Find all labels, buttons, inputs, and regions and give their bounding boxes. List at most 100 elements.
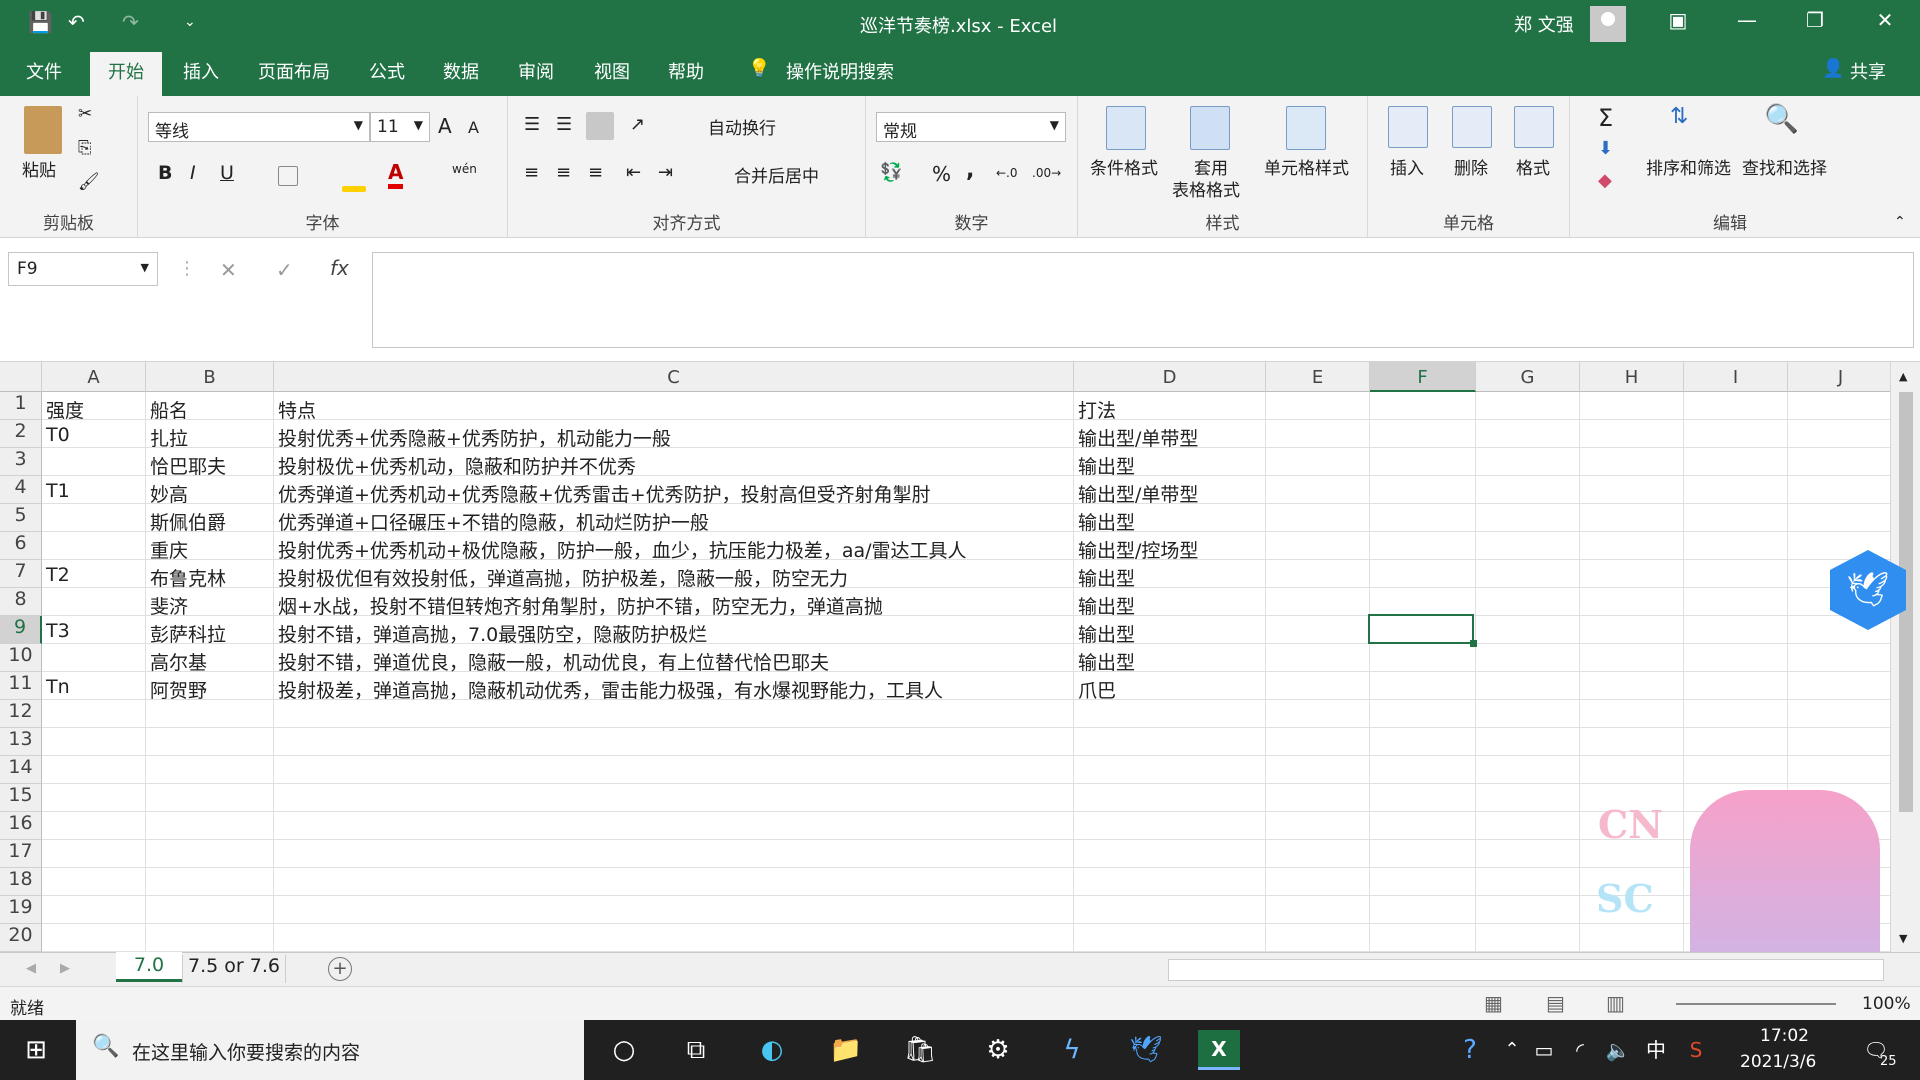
cell-a17[interactable] bbox=[42, 840, 146, 868]
cell-g3[interactable] bbox=[1476, 448, 1580, 476]
percent-button[interactable]: % bbox=[932, 162, 951, 186]
row-header-6[interactable]: 6 bbox=[0, 532, 42, 560]
cell-j1[interactable] bbox=[1788, 392, 1894, 420]
normal-view-icon[interactable]: ▦ bbox=[1484, 991, 1503, 1015]
cell-e16[interactable] bbox=[1266, 812, 1370, 840]
cell-e2[interactable] bbox=[1266, 420, 1370, 448]
sogou-icon[interactable]: S bbox=[1676, 1030, 1716, 1070]
row-header-17[interactable]: 17 bbox=[0, 840, 42, 868]
tab-file[interactable]: 文件 bbox=[26, 58, 62, 84]
cell-c5[interactable]: 优秀弹道+口径碾压+不错的隐蔽，机动烂防护一般 bbox=[274, 504, 1074, 534]
tab-home[interactable]: 开始 bbox=[90, 52, 162, 96]
cell-a9[interactable]: T3 bbox=[42, 616, 146, 644]
task-view-icon[interactable]: ⧉ bbox=[676, 1030, 716, 1070]
column-header-f[interactable]: F bbox=[1370, 362, 1476, 392]
row-header-7[interactable]: 7 bbox=[0, 560, 42, 588]
cell-b2[interactable]: 扎拉 bbox=[146, 420, 274, 450]
enter-icon[interactable]: ✓ bbox=[276, 258, 293, 282]
cell-g19[interactable] bbox=[1476, 896, 1580, 924]
tab-review[interactable]: 审阅 bbox=[518, 58, 554, 84]
cell-h14[interactable] bbox=[1580, 756, 1684, 784]
cell-e12[interactable] bbox=[1266, 700, 1370, 728]
cell-j5[interactable] bbox=[1788, 504, 1894, 532]
cell-c18[interactable] bbox=[274, 868, 1074, 896]
row-header-4[interactable]: 4 bbox=[0, 476, 42, 504]
clock-time[interactable]: 17:02 bbox=[1760, 1026, 1809, 1046]
cell-d8[interactable]: 输出型 bbox=[1074, 588, 1266, 618]
app-icon[interactable]: ϟ bbox=[1052, 1030, 1092, 1070]
cell-d14[interactable] bbox=[1074, 756, 1266, 784]
cell-e8[interactable] bbox=[1266, 588, 1370, 616]
cell-c15[interactable] bbox=[274, 784, 1074, 812]
cell-b11[interactable]: 阿贺野 bbox=[146, 672, 274, 702]
vertical-scrollbar[interactable]: ▲ ▼ bbox=[1890, 362, 1920, 952]
cell-c12[interactable] bbox=[274, 700, 1074, 728]
cell-i14[interactable] bbox=[1684, 756, 1788, 784]
italic-button[interactable]: I bbox=[190, 162, 196, 184]
cell-g13[interactable] bbox=[1476, 728, 1580, 756]
cell-a4[interactable]: T1 bbox=[42, 476, 146, 504]
cell-d19[interactable] bbox=[1074, 896, 1266, 924]
cell-d12[interactable] bbox=[1074, 700, 1266, 728]
cell-g5[interactable] bbox=[1476, 504, 1580, 532]
cancel-icon[interactable]: ✕ bbox=[220, 258, 237, 282]
column-header-b[interactable]: B bbox=[146, 362, 274, 392]
worksheet-grid[interactable]: ABCDEFGHIJ 1 2 3 4 5 6 7 8 9 10 11 12 13 14 15 16 17 18 19… bbox=[0, 362, 1894, 952]
format-cells-icon[interactable] bbox=[1514, 106, 1554, 148]
cell-i6[interactable] bbox=[1684, 532, 1788, 560]
cell-a20[interactable] bbox=[42, 924, 146, 952]
cell-c4[interactable]: 优秀弹道+优秀机动+优秀隐蔽+优秀雷击+优秀防护，投射高但受齐射角掣肘 bbox=[274, 476, 1074, 506]
zoom-slider[interactable] bbox=[1676, 1003, 1836, 1005]
tab-formulas[interactable]: 公式 bbox=[369, 58, 405, 84]
cell-e6[interactable] bbox=[1266, 532, 1370, 560]
fill-icon[interactable]: ⬇ bbox=[1598, 138, 1613, 159]
cell-j14[interactable] bbox=[1788, 756, 1894, 784]
cell-d6[interactable]: 输出型/控场型 bbox=[1074, 532, 1266, 562]
bold-button[interactable]: B bbox=[158, 162, 172, 184]
cell-a15[interactable] bbox=[42, 784, 146, 812]
cell-f12[interactable] bbox=[1370, 700, 1476, 728]
phonetic-icon[interactable]: wén bbox=[452, 162, 477, 176]
cell-e13[interactable] bbox=[1266, 728, 1370, 756]
cell-e19[interactable] bbox=[1266, 896, 1370, 924]
autosum-icon[interactable]: Σ bbox=[1598, 104, 1613, 132]
cell-j3[interactable] bbox=[1788, 448, 1894, 476]
cell-a1[interactable]: 强度 bbox=[42, 392, 146, 422]
merge-center-button[interactable]: 合并后居中 bbox=[734, 162, 819, 187]
row-header-5[interactable]: 5 bbox=[0, 504, 42, 532]
file-explorer-icon[interactable]: 📁 bbox=[826, 1030, 866, 1070]
cell-d20[interactable] bbox=[1074, 924, 1266, 952]
cell-b4[interactable]: 妙高 bbox=[146, 476, 274, 506]
restore-button[interactable]: ❐ bbox=[1795, 8, 1835, 38]
save-icon[interactable]: 💾 bbox=[28, 10, 53, 34]
align-top-icon[interactable]: ☰ bbox=[524, 114, 540, 135]
paste-icon[interactable] bbox=[24, 106, 62, 154]
cell-c16[interactable] bbox=[274, 812, 1074, 840]
cell-f4[interactable] bbox=[1370, 476, 1476, 504]
cell-g11[interactable] bbox=[1476, 672, 1580, 700]
cell-g18[interactable] bbox=[1476, 868, 1580, 896]
cell-b8[interactable]: 斐济 bbox=[146, 588, 274, 618]
cell-g7[interactable] bbox=[1476, 560, 1580, 588]
row-header-15[interactable]: 15 bbox=[0, 784, 42, 812]
cell-i13[interactable] bbox=[1684, 728, 1788, 756]
cell-e9[interactable] bbox=[1266, 616, 1370, 644]
cell-b13[interactable] bbox=[146, 728, 274, 756]
cell-e7[interactable] bbox=[1266, 560, 1370, 588]
tab-data[interactable]: 数据 bbox=[443, 58, 479, 84]
row-header-19[interactable]: 19 bbox=[0, 896, 42, 924]
cell-g6[interactable] bbox=[1476, 532, 1580, 560]
cell-b14[interactable] bbox=[146, 756, 274, 784]
cell-h11[interactable] bbox=[1580, 672, 1684, 700]
undo-icon[interactable]: ↶ bbox=[68, 10, 85, 34]
edge-icon[interactable]: ◐ bbox=[752, 1030, 792, 1070]
cell-f13[interactable] bbox=[1370, 728, 1476, 756]
cell-e11[interactable] bbox=[1266, 672, 1370, 700]
row-header-1[interactable]: 1 bbox=[0, 392, 42, 420]
cell-f8[interactable] bbox=[1370, 588, 1476, 616]
grow-font-button[interactable]: A bbox=[438, 114, 452, 138]
cell-c8[interactable]: 烟+水战，投射不错但转炮齐射角掣肘，防护不错，防空无力，弹道高抛 bbox=[274, 588, 1074, 618]
cell-c10[interactable]: 投射不错，弹道优良，隐蔽一般，机动优良，有上位替代恰巴耶夫 bbox=[274, 644, 1074, 674]
cell-c11[interactable]: 投射极差，弹道高抛，隐蔽机动优秀，雷击能力极强，有水爆视野能力，工具人 bbox=[274, 672, 1074, 702]
cell-f17[interactable] bbox=[1370, 840, 1476, 868]
